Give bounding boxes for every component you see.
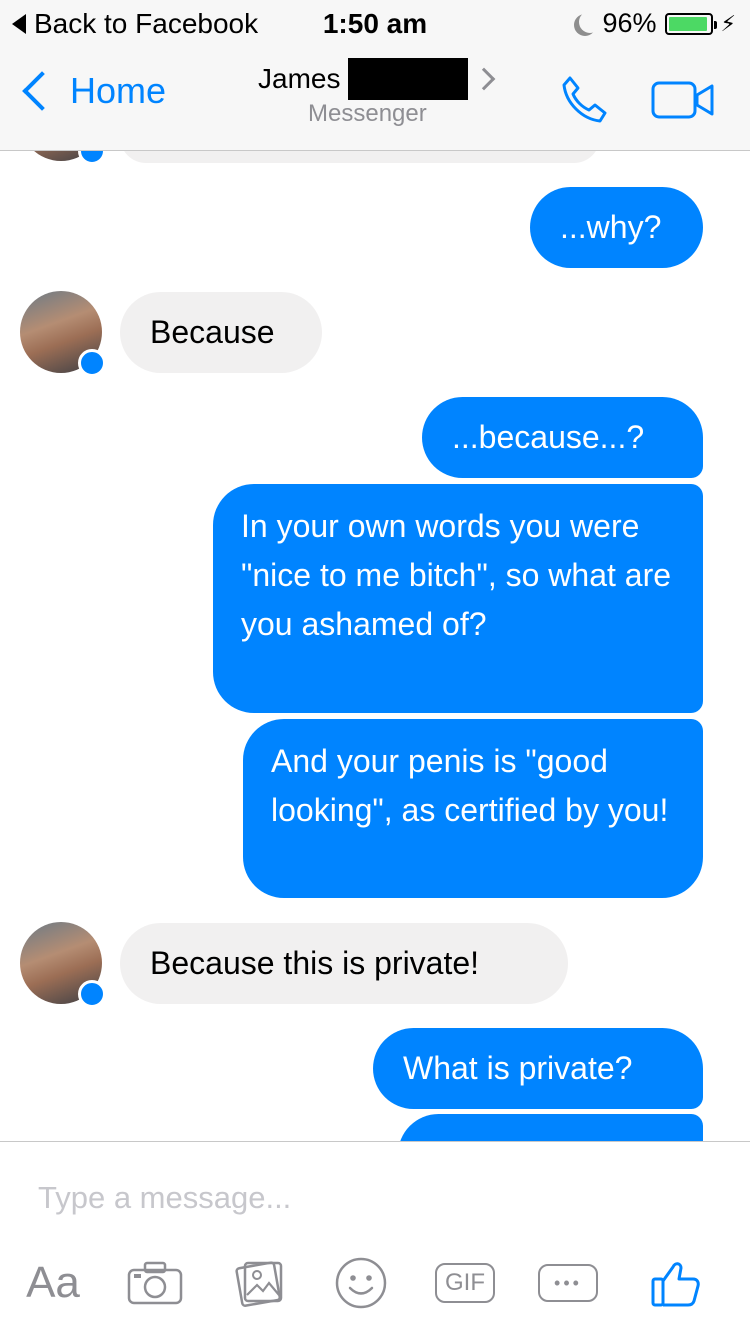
chevron-right-icon <box>473 67 496 91</box>
video-icon[interactable] <box>650 78 716 122</box>
camera-icon <box>127 1261 183 1305</box>
status-indicators: 96% ⚡ <box>573 8 737 39</box>
emoji-button[interactable] <box>330 1250 392 1316</box>
do-not-disturb-icon <box>579 11 601 33</box>
photo-icon <box>235 1261 283 1307</box>
home-back-button[interactable]: Home <box>18 70 166 112</box>
camera-button[interactable] <box>122 1250 188 1316</box>
redaction-bar <box>348 58 469 100</box>
messenger-badge-icon <box>78 980 106 1008</box>
contact-avatar[interactable] <box>20 922 106 1008</box>
message-bubble-outgoing[interactable]: ...why? <box>530 187 703 268</box>
chevron-left-icon <box>22 71 62 111</box>
contact-avatar-cutoff[interactable] <box>20 151 106 165</box>
messenger-badge-icon <box>78 151 106 165</box>
message-list[interactable]: ...why? Because ...because...? In your o… <box>0 151 750 1141</box>
emoji-icon <box>335 1257 387 1309</box>
battery-icon <box>664 12 717 35</box>
nav-bar: Home James Messenger <box>0 48 750 151</box>
conversation-title[interactable]: James <box>258 58 496 100</box>
message-bubble-cutoff <box>120 151 600 163</box>
messenger-badge-icon <box>78 349 106 377</box>
charging-icon: ⚡ <box>720 10 736 36</box>
message-bubble-outgoing[interactable]: ...because...? <box>422 397 703 478</box>
conversation-subtitle: Messenger <box>308 100 427 127</box>
photo-button[interactable] <box>228 1250 290 1316</box>
message-composer: Aa GIF ••• <box>0 1141 750 1334</box>
battery-percent: 96% <box>602 8 657 38</box>
home-label: Home <box>70 70 167 111</box>
message-bubble-outgoing[interactable]: What is private? <box>373 1028 703 1109</box>
contact-name: James <box>258 63 341 94</box>
message-bubble-incoming[interactable]: Because <box>120 292 322 373</box>
more-icon: ••• <box>538 1264 598 1302</box>
message-bubble-outgoing[interactable]: And your penis is "good looking", as cer… <box>243 719 703 898</box>
message-bubble-outgoing-cutoff[interactable] <box>398 1114 703 1141</box>
text-format-button[interactable]: Aa <box>20 1250 86 1316</box>
message-bubble-incoming[interactable]: Because this is private! <box>120 923 568 1004</box>
message-bubble-outgoing[interactable]: In your own words you were "nice to me b… <box>213 484 703 713</box>
like-button[interactable] <box>645 1250 707 1316</box>
gif-icon: GIF <box>435 1263 495 1303</box>
status-bar: Back to Facebook 1:50 am 96% ⚡ <box>0 0 750 48</box>
gif-button[interactable]: GIF <box>432 1250 498 1316</box>
message-input[interactable] <box>36 1172 720 1224</box>
like-icon <box>651 1262 700 1307</box>
more-button[interactable]: ••• <box>535 1250 601 1316</box>
battery-fill <box>668 16 707 31</box>
phone-icon[interactable] <box>556 72 612 128</box>
contact-avatar[interactable] <box>20 291 106 377</box>
